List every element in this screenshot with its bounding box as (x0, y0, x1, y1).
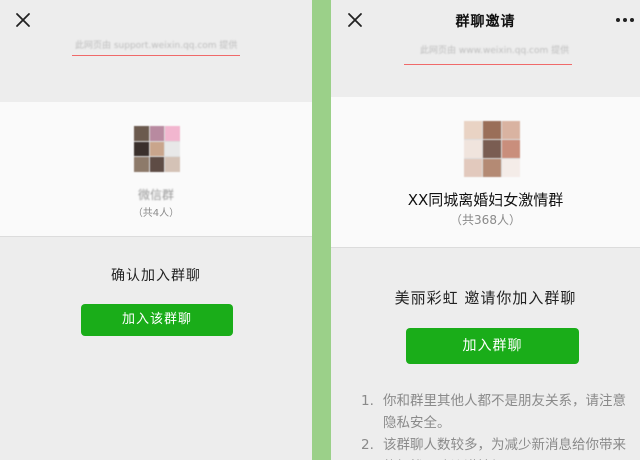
left-invite-screen: 此网页由 support.weixin.qq.com 提供 微信群 （共4人） … (0, 0, 312, 460)
right-invite-screen: 群聊邀请 此网页由 www.weixin.qq.com 提供 XX同城离婚妇女激… (331, 0, 640, 460)
member-count: （共368人） (450, 213, 521, 227)
card-bottom-border (331, 247, 640, 248)
notice-list: 1. 你和群里其他人都不是朋友关系，请注意隐私安全。 2. 该群聊人数较多，为减… (361, 390, 632, 460)
right-top-bar: 群聊邀请 (331, 0, 640, 40)
source-note: 此网页由 support.weixin.qq.com 提供 (75, 41, 238, 51)
close-icon[interactable] (13, 10, 33, 30)
confirm-join-text: 确认加入群聊 (111, 268, 201, 284)
list-item: 2. 该群聊人数较多，为减少新消息给你带来的打扰，建议谨慎加入。 (361, 434, 632, 460)
group-name: XX同城离婚妇女激情群 (407, 191, 564, 209)
source-note: 此网页由 www.weixin.qq.com 提供 (420, 46, 570, 56)
member-count: （共4人） (132, 208, 180, 219)
group-info-card: XX同城离婚妇女激情群 （共368人） (331, 97, 640, 247)
page-title: 群聊邀请 (455, 14, 516, 30)
group-info-card: 微信群 （共4人） (0, 102, 312, 236)
card-bottom-border (0, 236, 312, 237)
group-avatar (134, 126, 180, 172)
group-avatar (464, 121, 520, 177)
notice-number: 1. (361, 393, 374, 409)
more-icon[interactable] (616, 18, 634, 22)
invite-text: 美丽彩虹 邀请你加入群聊 (394, 289, 577, 307)
notice-number: 2. (361, 437, 374, 453)
group-name: 微信群 (137, 188, 174, 202)
join-group-button[interactable]: 加入该群聊 (81, 304, 233, 336)
join-group-button[interactable]: 加入群聊 (406, 328, 579, 364)
list-item: 1. 你和群里其他人都不是朋友关系，请注意隐私安全。 (361, 390, 632, 434)
notice-text: 你和群里其他人都不是朋友关系，请注意隐私安全。 (383, 393, 626, 431)
left-top-bar (0, 0, 312, 40)
notice-text: 该群聊人数较多，为减少新消息给你带来的打扰，建议谨慎加入。 (383, 437, 626, 460)
red-underline (404, 64, 572, 65)
red-underline (72, 55, 240, 56)
